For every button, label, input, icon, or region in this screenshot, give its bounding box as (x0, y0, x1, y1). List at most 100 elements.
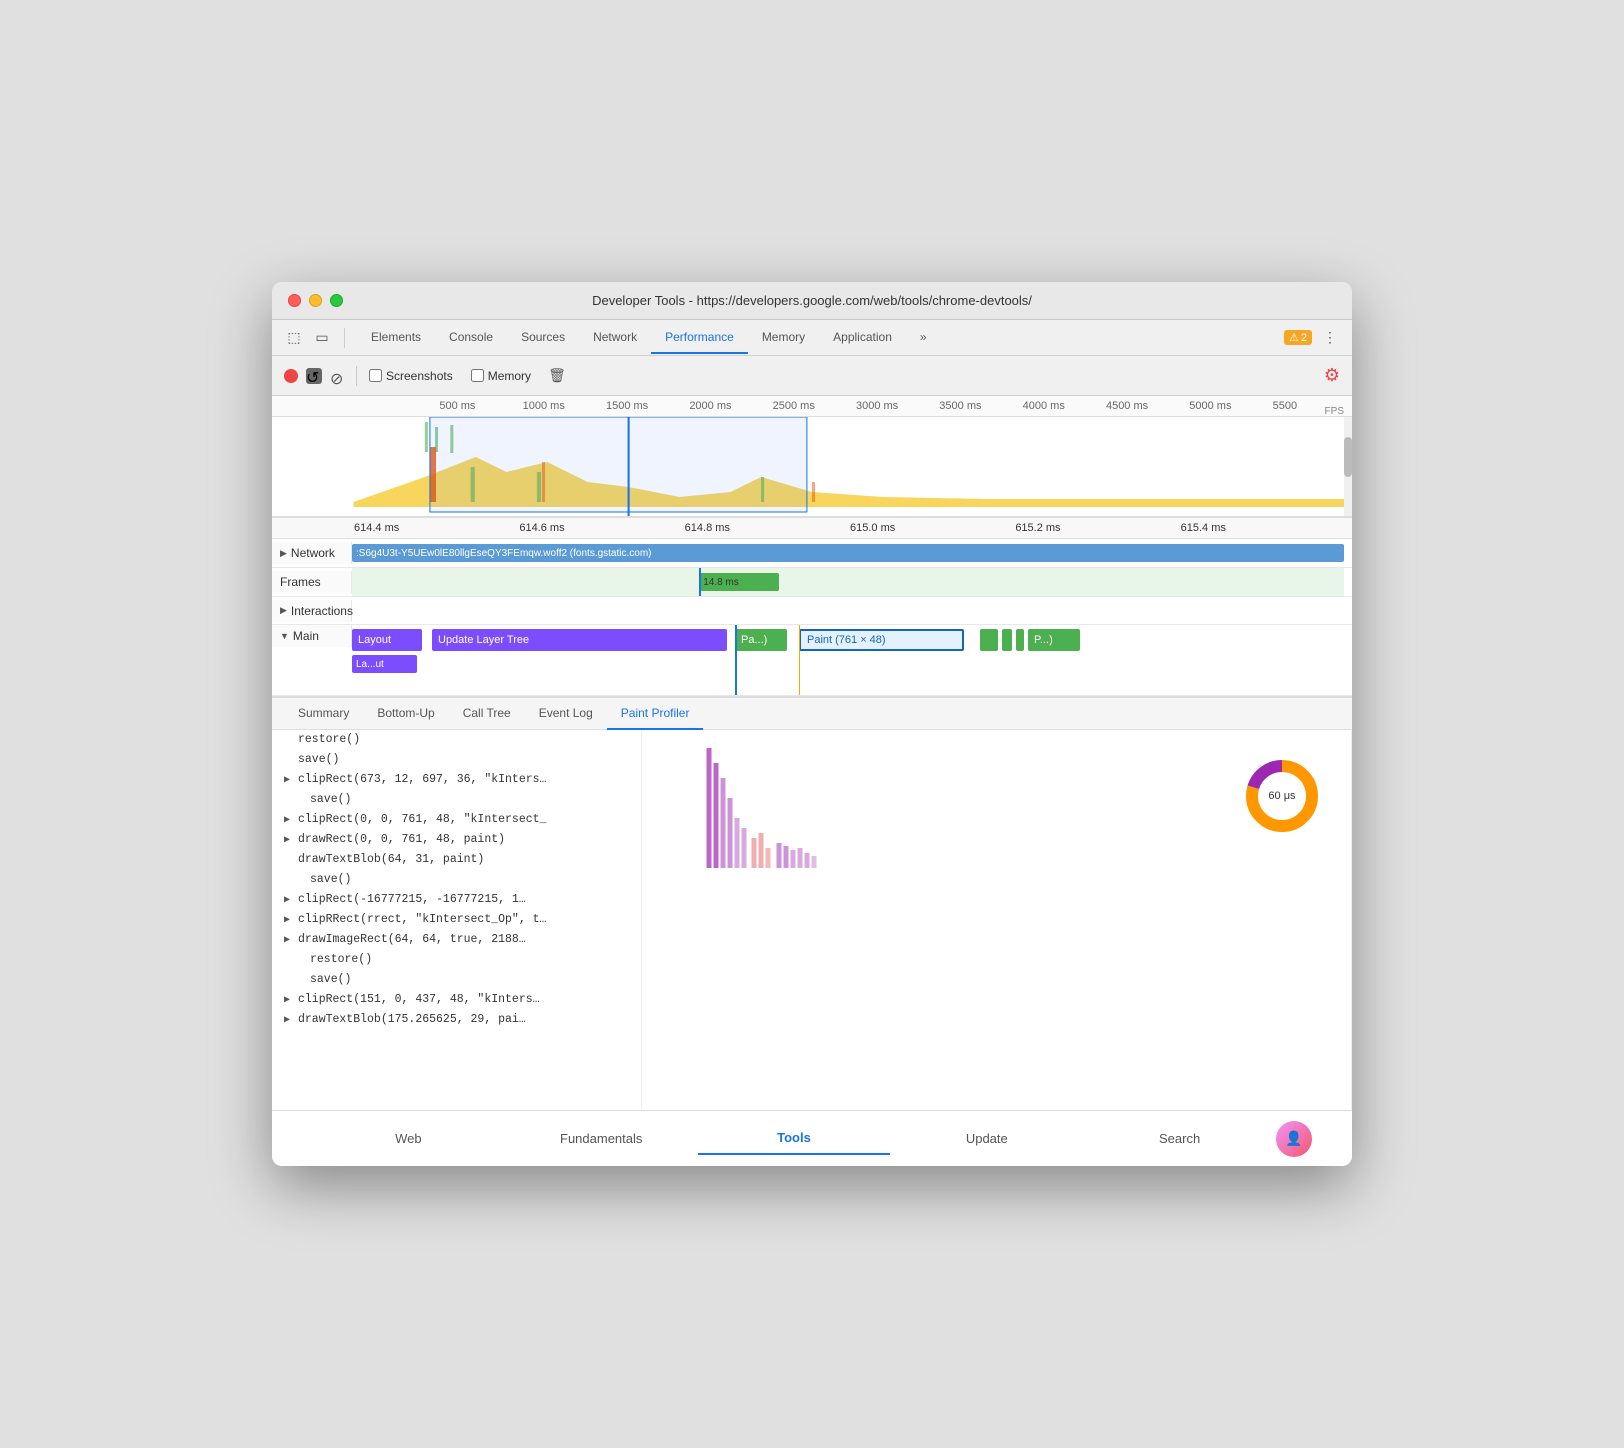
delete-icon[interactable]: 🗑 (547, 366, 567, 386)
bottom-panel: Summary Bottom-Up Call Tree Event Log Pa… (272, 696, 1352, 1110)
nav-tools[interactable]: Tools (698, 1122, 891, 1155)
small-green-bars (980, 629, 1024, 651)
code-text-9: clipRRect(rrect, "kIntersect_Op", t… (298, 913, 546, 926)
paint-detail-bar[interactable]: Paint (761 × 48) (799, 629, 964, 651)
code-expand-10: ▶ (284, 934, 294, 946)
screenshots-checkbox[interactable] (369, 369, 382, 382)
network-track: ▶ Network :S6g4U3t-Y5UEw0lE80llgEseQY3FE… (272, 539, 1352, 568)
code-item-3[interactable]: save() (272, 790, 641, 810)
timeline-overview[interactable] (272, 417, 1352, 517)
frames-bar-text: 14.8 ms (703, 577, 739, 588)
interactions-expand-icon[interactable]: ▶ (280, 605, 287, 616)
frames-track-content[interactable]: 14.8 ms (352, 568, 1344, 596)
tab-application[interactable]: Application (819, 322, 906, 354)
main-track-content[interactable]: Layout Update Layer Tree Pa...) Paint (7… (352, 625, 1344, 695)
nav-search[interactable]: Search (1083, 1123, 1276, 1154)
paint-1-bar[interactable]: Pa...) (735, 629, 787, 651)
clear-button[interactable]: ⊘ (330, 369, 344, 383)
tab-performance[interactable]: Performance (651, 322, 748, 354)
network-track-content[interactable]: :S6g4U3t-Y5UEw0lE80llgEseQY3FEmqw.woff2 … (352, 539, 1344, 567)
tab-sources[interactable]: Sources (507, 322, 579, 354)
code-text-7: save() (310, 873, 351, 886)
code-item-0[interactable]: restore() (272, 730, 641, 750)
code-item-5[interactable]: ▶ drawRect(0, 0, 761, 48, paint) (272, 830, 641, 850)
ruler2-mark-5: 615.4 ms (1179, 522, 1344, 534)
code-item-14[interactable]: ▶ drawTextBlob(175.265625, 29, pai… (272, 1010, 641, 1030)
ruler-mark-4: 2000 ms (685, 400, 768, 412)
tab-paint-profiler[interactable]: Paint Profiler (607, 698, 704, 730)
scrollbar-thumb[interactable] (1344, 437, 1352, 477)
tab-network[interactable]: Network (579, 322, 651, 354)
nav-web[interactable]: Web (312, 1123, 505, 1154)
screenshots-label: Screenshots (386, 369, 453, 383)
code-text-14: drawTextBlob(175.265625, 29, pai… (298, 1013, 526, 1026)
device-icon[interactable]: ▭ (312, 328, 332, 348)
perf-bar: ↺ ⊘ Screenshots Memory 🗑 ⚙ (272, 356, 1352, 396)
layout-bar-text: Layout (358, 634, 391, 646)
code-item-1[interactable]: save() (272, 750, 641, 770)
layout-bar[interactable]: Layout (352, 629, 422, 651)
tab-more[interactable]: » (906, 322, 941, 354)
paint-2-bar[interactable]: P...) (1028, 629, 1080, 651)
layout-sub-bar[interactable]: La...ut (352, 655, 417, 673)
user-avatar[interactable]: 👤 (1276, 1121, 1312, 1157)
green-bar-1[interactable] (980, 629, 998, 651)
nav-update[interactable]: Update (890, 1123, 1083, 1154)
code-item-4[interactable]: ▶ clipRect(0, 0, 761, 48, "kIntersect_ (272, 810, 641, 830)
frames-vertical-line (699, 568, 701, 596)
green-bar-2[interactable] (1002, 629, 1012, 651)
code-item-12[interactable]: save() (272, 970, 641, 990)
vertical-line-orange (799, 625, 800, 695)
tab-call-tree[interactable]: Call Tree (449, 698, 525, 730)
update-layer-tree-bar[interactable]: Update Layer Tree (432, 629, 727, 651)
record-button[interactable] (284, 369, 298, 383)
code-text-3: save() (310, 793, 351, 806)
settings-icon[interactable]: ⚙ (1324, 365, 1340, 386)
code-expand-5: ▶ (284, 834, 294, 846)
tab-bottom-up[interactable]: Bottom-Up (363, 698, 448, 730)
timeline-ruler-top: 500 ms 1000 ms 1500 ms 2000 ms 2500 ms 3… (272, 396, 1352, 417)
ruler-mark-8: 4000 ms (1019, 400, 1102, 412)
code-item-11[interactable]: restore() (272, 950, 641, 970)
code-item-7[interactable]: save() (272, 870, 641, 890)
code-item-9[interactable]: ▶ clipRRect(rrect, "kIntersect_Op", t… (272, 910, 641, 930)
tab-event-log[interactable]: Event Log (525, 698, 607, 730)
green-bar-3[interactable] (1016, 629, 1024, 651)
tab-console[interactable]: Console (435, 322, 507, 354)
interactions-label-text: Interactions (291, 604, 353, 618)
code-item-8[interactable]: ▶ clipRect(-16777215, -16777215, 1… (272, 890, 641, 910)
interactions-track-content[interactable] (352, 600, 1344, 622)
window-title: Developer Tools - https://developers.goo… (592, 293, 1032, 308)
code-expand-2: ▶ (284, 774, 294, 786)
tab-summary[interactable]: Summary (284, 698, 363, 730)
code-list[interactable]: restore() save() ▶ clipRect(673, 12, 697… (272, 730, 642, 1110)
fps-label: FPS (1325, 406, 1344, 417)
memory-checkbox[interactable] (471, 369, 484, 382)
ruler-mark-7: 3500 ms (935, 400, 1018, 412)
maximize-button[interactable] (330, 294, 343, 307)
paint-profiler-content: restore() save() ▶ clipRect(673, 12, 697… (272, 730, 1352, 1110)
warning-badge[interactable]: ⚠ 2 (1284, 330, 1312, 345)
tab-elements[interactable]: Elements (357, 322, 435, 354)
minimize-button[interactable] (309, 294, 322, 307)
code-item-6[interactable]: drawTextBlob(64, 31, paint) (272, 850, 641, 870)
code-text-1: save() (298, 753, 339, 766)
network-expand-icon[interactable]: ▶ (280, 548, 287, 559)
panel-tabs: Summary Bottom-Up Call Tree Event Log Pa… (272, 698, 1352, 730)
code-item-13[interactable]: ▶ clipRect(151, 0, 437, 48, "kInters… (272, 990, 641, 1010)
tab-memory[interactable]: Memory (748, 322, 819, 354)
main-track-label: ▼ Main (272, 625, 352, 647)
inspect-icon[interactable]: ⬚ (284, 328, 304, 348)
donut-chart: 60 μs (1242, 756, 1322, 836)
code-item-2[interactable]: ▶ clipRect(673, 12, 697, 36, "kInters… (272, 770, 641, 790)
reload-record-button[interactable]: ↺ (306, 368, 322, 384)
warning-count: 2 (1301, 332, 1307, 344)
main-expand-icon[interactable]: ▼ (280, 631, 289, 641)
close-button[interactable] (288, 294, 301, 307)
nav-fundamentals[interactable]: Fundamentals (505, 1123, 698, 1154)
timeline-scrollbar[interactable] (1344, 417, 1352, 516)
network-bar-text: :S6g4U3t-Y5UEw0lE80llgEseQY3FEmqw.woff2 … (356, 548, 652, 559)
code-item-10[interactable]: ▶ drawImageRect(64, 64, true, 2188… (272, 930, 641, 950)
timeline-svg (272, 417, 1352, 517)
more-options-icon[interactable]: ⋮ (1320, 328, 1340, 348)
